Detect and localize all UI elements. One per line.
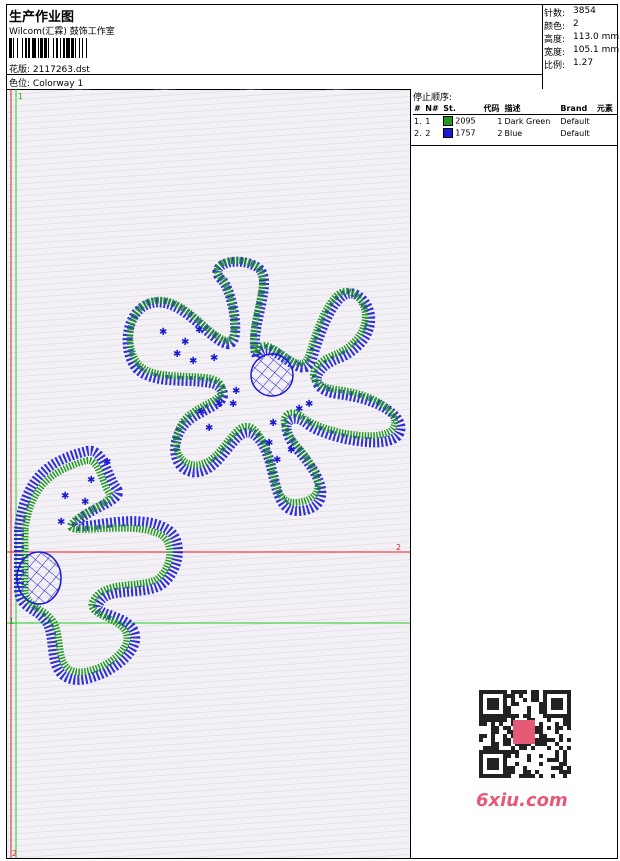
col-header: 代码 bbox=[482, 102, 504, 115]
svg-text:✱: ✱ bbox=[61, 491, 69, 502]
svg-text:✱: ✱ bbox=[215, 399, 223, 410]
svg-text:✱: ✱ bbox=[205, 423, 213, 434]
col-header: # bbox=[413, 102, 425, 115]
svg-text:✱: ✱ bbox=[181, 337, 189, 348]
svg-text:✱: ✱ bbox=[57, 517, 65, 528]
stats-panel: 针数: 3854 颜色: 2 高度: 113.0 mm 宽度: 105.1 mm 比例:… bbox=[542, 5, 620, 89]
color-swatch-green bbox=[443, 116, 454, 126]
col-header: 描述 bbox=[503, 102, 560, 115]
col-header: N# bbox=[424, 102, 443, 115]
svg-text:✱: ✱ bbox=[269, 418, 277, 429]
header: 生产作业图 Wilcom(汇霖) 鼓饰工作室 花版: 2117263.dst 色… bbox=[7, 5, 620, 90]
marker-red-bottom: 2 bbox=[12, 849, 17, 858]
flower-lower: ✱ ✱ ✱ ✱ ✱ bbox=[14, 445, 183, 685]
stop-sequence-table: # N# St. 代码 描述 Brand 元素 1. 1 2095 1 Dark… bbox=[413, 102, 617, 139]
svg-text:✱: ✱ bbox=[197, 407, 205, 418]
marker-green-left: 1 bbox=[9, 617, 14, 626]
colorway-line: 色位: Colorway 1 bbox=[7, 74, 542, 89]
colorway-name: Colorway 1 bbox=[32, 79, 84, 89]
company-name: Wilcom(汇霖) 鼓饰工作室 bbox=[9, 27, 115, 37]
svg-text:✱: ✱ bbox=[103, 457, 111, 468]
table-row: 1. 1 2095 1 Dark Green Default bbox=[414, 116, 590, 126]
svg-text:✱: ✱ bbox=[295, 404, 303, 415]
table-header-row: # N# St. 代码 描述 Brand 元素 bbox=[413, 102, 617, 115]
marker-green-top: 1 bbox=[18, 92, 23, 101]
svg-text:✱: ✱ bbox=[81, 497, 89, 508]
col-header: Brand bbox=[559, 102, 596, 115]
qr-code-watermark bbox=[469, 680, 581, 800]
svg-text:✱: ✱ bbox=[229, 399, 237, 410]
svg-text:✱: ✱ bbox=[287, 445, 295, 456]
svg-text:✱: ✱ bbox=[195, 325, 203, 336]
svg-text:✱: ✱ bbox=[273, 455, 281, 466]
table-row: 2. 2 1757 2 Blue Default bbox=[414, 128, 590, 138]
svg-text:✱: ✱ bbox=[189, 356, 197, 367]
barcode bbox=[9, 38, 146, 58]
embroidery-preview: 1 1 2 2 ✱✱✱ ✱ ✱✱ ✱✱ ✱ ✱✱ ✱✱✱ ✱✱ ✱ ✱✱✱ ✱✱ bbox=[7, 89, 410, 858]
svg-text:✱: ✱ bbox=[265, 438, 273, 449]
flower-upper: ✱✱✱ ✱ ✱✱ ✱✱ ✱ ✱✱ ✱✱✱ ✱✱ ✱ bbox=[122, 256, 406, 516]
colorway-label: 色位: bbox=[9, 79, 31, 89]
stop-sequence-table-area: 停止顺序: # N# St. 代码 描述 Brand 元素 1. 1 2095 … bbox=[411, 89, 617, 146]
stat-scale: 比例: 1.27 bbox=[544, 58, 594, 71]
page-title: 生产作业图 bbox=[9, 10, 75, 25]
svg-text:✱: ✱ bbox=[232, 386, 240, 397]
svg-text:✱: ✱ bbox=[305, 399, 313, 410]
svg-text:✱: ✱ bbox=[87, 475, 95, 486]
marker-red-right: 2 bbox=[396, 543, 401, 552]
site-watermark-logo: 6xiu.com bbox=[476, 790, 568, 811]
stat-stitches: 针数: 3854 bbox=[544, 6, 596, 19]
svg-text:✱: ✱ bbox=[159, 327, 167, 338]
col-header: St. bbox=[442, 102, 483, 115]
design-canvas: 1 1 2 2 ✱ ✱ ✱ ✱ ✱ ✱ ✱ ✱ ✱ ✱ ✱ ✱ ✱ ✱ ✱ ✱ ✱ bbox=[7, 89, 411, 858]
stat-colors: 颜色: 2 bbox=[544, 19, 579, 32]
col-header: 元素 bbox=[595, 102, 617, 115]
svg-text:✱: ✱ bbox=[173, 349, 181, 360]
header-info: 生产作业图 Wilcom(汇霖) 鼓饰工作室 花版: 2117263.dst 色… bbox=[7, 5, 543, 89]
color-swatch-blue bbox=[443, 128, 454, 138]
qr-code-icon bbox=[479, 690, 571, 778]
stat-height: 高度: 113.0 mm bbox=[544, 32, 620, 45]
stat-width: 宽度: 105.1 mm bbox=[544, 45, 620, 58]
svg-text:✱: ✱ bbox=[210, 353, 218, 364]
